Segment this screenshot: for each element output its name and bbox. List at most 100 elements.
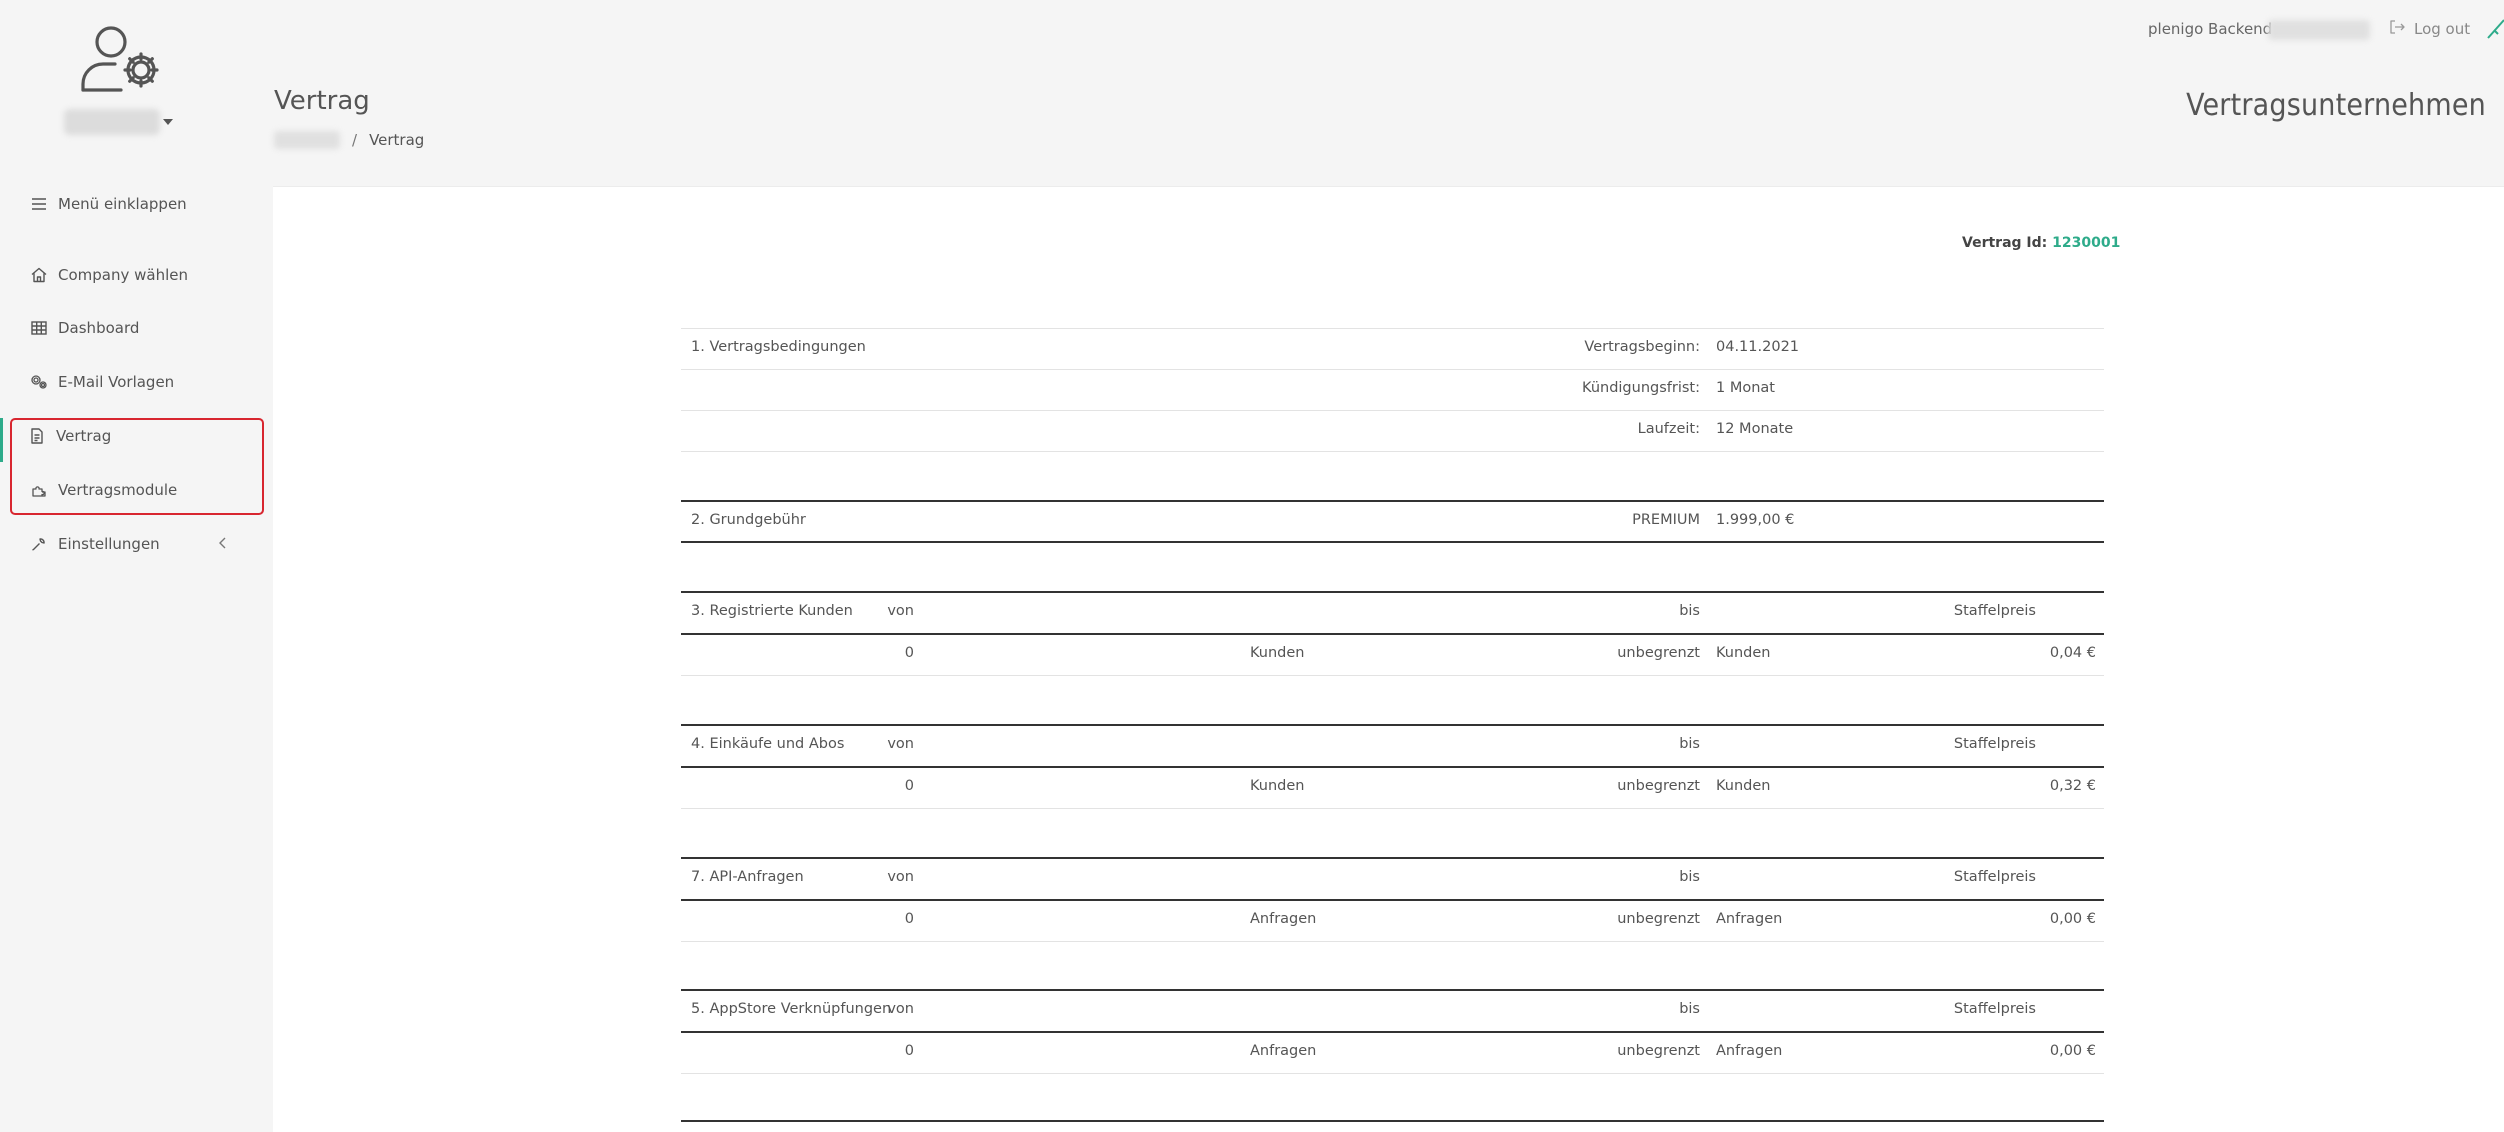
sidebar-item-collapse[interactable]: Menü einklappen [0, 182, 272, 226]
table-header-row: 3. Registrierte Kunden von bis Staffelpr… [681, 592, 2104, 633]
wrench-icon [29, 534, 49, 554]
logout-label: Log out [2414, 20, 2471, 38]
divider [681, 451, 2104, 452]
sidebar: Menü einklappen Company wählen Dashboard… [0, 0, 272, 1132]
tier-to-unit: Kunden [1716, 645, 1771, 661]
tier-to: unbegrenzt [1617, 645, 1700, 661]
sidebar-item-label: Vertragsmodule [58, 481, 178, 499]
sidebar-item-company[interactable]: Company wählen [0, 253, 272, 297]
tier-to: unbegrenzt [1617, 1043, 1700, 1059]
table-header-row: 7. API-Anfragen von bis Staffelpreis [681, 858, 2104, 899]
table-row: Laufzeit: 12 Monate [681, 410, 2104, 451]
sidebar-item-label: Vertrag [56, 427, 112, 445]
sidebar-item-label: Einstellungen [58, 535, 160, 553]
logout-icon [2388, 18, 2406, 40]
sidebar-item-label: E-Mail Vorlagen [58, 373, 175, 391]
home-icon [29, 265, 49, 285]
table-header-row: 5. AppStore Verknüpfungen von bis Staffe… [681, 990, 2104, 1031]
divider [681, 1073, 2104, 1074]
company-heading: Vertragsunternehmen [2186, 88, 2486, 123]
col-staffelpreis: Staffelpreis [1953, 603, 2036, 619]
table-row: 1. Vertragsbedingungen Vertragsbeginn: 0… [681, 328, 2104, 369]
chevron-left-icon[interactable] [215, 535, 231, 551]
breadcrumb-home-link[interactable] [274, 131, 340, 149]
sidebar-item-vertragsmodule[interactable]: Vertragsmodule [0, 468, 272, 512]
breadcrumb-separator: / [352, 131, 358, 149]
col-von: von [887, 603, 914, 619]
tier-from: 0 [904, 911, 914, 927]
row-value: 1 Monat [1716, 380, 1775, 396]
tier-from-unit: Kunden [1250, 778, 1305, 794]
gears-icon [29, 372, 49, 392]
section-title: 3. Registrierte Kunden [691, 603, 853, 619]
tier-to-unit: Anfragen [1716, 911, 1783, 927]
row-value: 04.11.2021 [1716, 339, 1800, 355]
sidebar-item-settings[interactable]: Einstellungen [0, 522, 272, 566]
user-settings-icon [77, 24, 167, 98]
sidebar-item-dashboard[interactable]: Dashboard [0, 306, 272, 350]
breadcrumb: / Vertrag [274, 131, 424, 149]
contract-id-value: 1230001 [2052, 235, 2121, 251]
sidebar-item-label: Menü einklappen [58, 195, 187, 213]
table-row: 2. Grundgebühr PREMIUM 1.999,00 € [681, 501, 2104, 542]
section-title: 7. API-Anfragen [691, 869, 804, 885]
company-name[interactable] [64, 109, 160, 135]
section-title: 2. Grundgebühr [691, 512, 806, 528]
col-bis: bis [1679, 603, 1700, 619]
topbar-username [2268, 20, 2370, 40]
col-staffelpreis: Staffelpreis [1953, 736, 2036, 752]
divider [681, 1120, 2104, 1122]
row-label: Kündigungsfrist: [1582, 380, 1700, 396]
tier-from-unit: Anfragen [1250, 1043, 1317, 1059]
tier-from-unit: Anfragen [1250, 911, 1317, 927]
row-label: Vertragsbeginn: [1584, 339, 1700, 355]
section-title: 1. Vertragsbedingungen [691, 339, 866, 355]
col-staffelpreis: Staffelpreis [1953, 1001, 2036, 1017]
sidebar-item-label: Dashboard [58, 319, 140, 337]
divider [681, 808, 2104, 809]
col-bis: bis [1679, 736, 1700, 752]
document-icon [27, 426, 47, 446]
tier-from-unit: Kunden [1250, 645, 1305, 661]
tier-from: 0 [904, 778, 914, 794]
table-header-row: 4. Einkäufe und Abos von bis Staffelprei… [681, 725, 2104, 766]
sidebar-item-vertrag[interactable]: Vertrag [0, 414, 272, 458]
tier-price: 0,04 € [2049, 645, 2096, 661]
divider [681, 541, 2104, 543]
col-von: von [887, 869, 914, 885]
col-von: von [887, 736, 914, 752]
tier-to-unit: Kunden [1716, 778, 1771, 794]
table-row: 0 Anfragen unbegrenzt Anfragen 0,00 € [681, 900, 2104, 941]
breadcrumb-current: Vertrag [369, 131, 425, 149]
table-row: 0 Kunden unbegrenzt Kunden 0,32 € [681, 767, 2104, 808]
topbar-brand: plenigo Backend [2148, 20, 2273, 38]
tier-price: 0,00 € [2049, 911, 2096, 927]
page-title: Vertrag [274, 86, 370, 116]
sidebar-item-label: Company wählen [58, 266, 188, 284]
menu-icon [29, 194, 49, 214]
plan-name: PREMIUM [1632, 512, 1700, 528]
section-title: 5. AppStore Verknüpfungen [691, 1001, 892, 1017]
table-row: 0 Anfragen unbegrenzt Anfragen 0,00 € [681, 1032, 2104, 1073]
tier-price: 0,32 € [2049, 778, 2096, 794]
contract-id-label: Vertrag Id: [1962, 235, 2048, 251]
section-title: 4. Einkäufe und Abos [691, 736, 845, 752]
tier-price: 0,00 € [2049, 1043, 2096, 1059]
col-von: von [887, 1001, 914, 1017]
col-bis: bis [1679, 869, 1700, 885]
row-label: Laufzeit: [1637, 421, 1700, 437]
divider [681, 941, 2104, 942]
logout-button[interactable]: Log out [2388, 18, 2470, 40]
col-staffelpreis: Staffelpreis [1953, 869, 2036, 885]
caret-down-icon[interactable] [163, 119, 173, 125]
col-bis: bis [1679, 1001, 1700, 1017]
plan-price: 1.999,00 € [1716, 512, 1795, 528]
brand-logo-icon [2486, 14, 2504, 40]
tier-from: 0 [904, 1043, 914, 1059]
contract-id: Vertrag Id: 1230001 [1962, 235, 2120, 251]
active-nav-indicator [0, 418, 3, 462]
sidebar-item-email-templates[interactable]: E-Mail Vorlagen [0, 360, 272, 404]
table-row: 0 Kunden unbegrenzt Kunden 0,04 € [681, 634, 2104, 675]
tier-to: unbegrenzt [1617, 778, 1700, 794]
tier-from: 0 [904, 645, 914, 661]
